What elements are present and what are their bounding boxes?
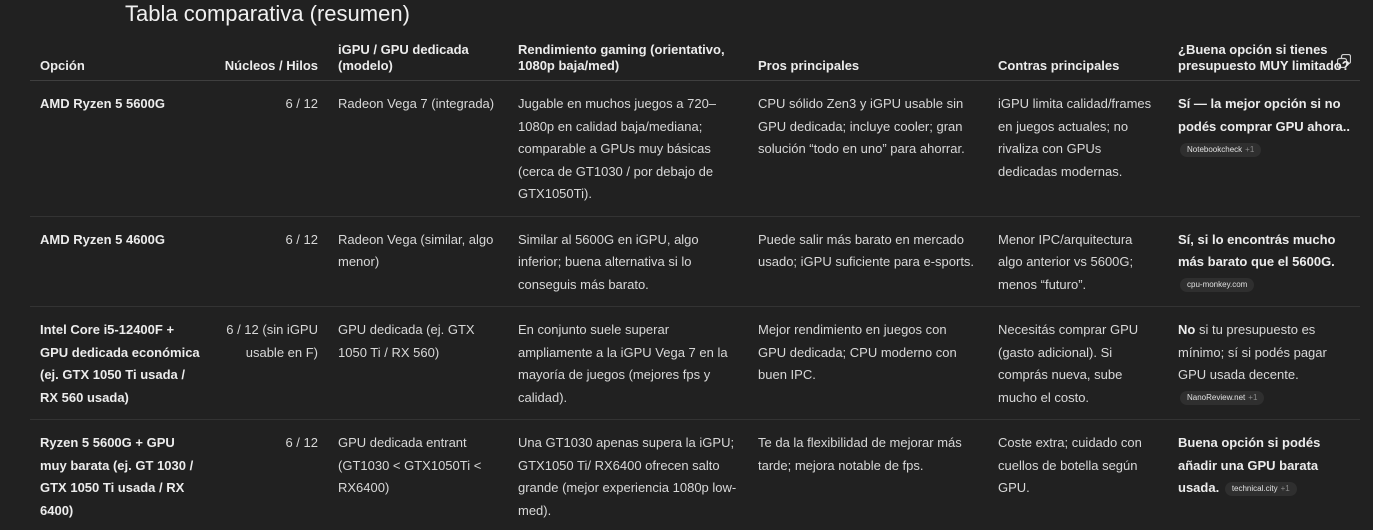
column-header-cons: Contras principales [988,38,1168,81]
source-name: Notebookcheck [1187,144,1243,154]
cell-verdict: Sí, si lo encontrás mucho más barato que… [1168,216,1360,307]
cell-gpu: Radeon Vega 7 (integrada) [328,80,508,217]
column-header-gaming: Rendimiento gaming (orientativo, 1080p b… [508,38,748,81]
cell-gpu: Radeon Vega (similar, algo menor) [328,216,508,307]
source-badge[interactable]: Notebookcheck +1 [1180,142,1262,157]
cell-gaming: En conjunto suele superar ampliamente a … [508,306,748,420]
cell-gpu: GPU dedicada entrant (GT1030 < GTX1050Ti… [338,435,482,495]
cell-gpu: GPU dedicada (ej. GTX 1050 Ti / RX 560) [328,306,508,420]
cell-option: AMD Ryzen 5 5600G [30,80,210,217]
table-row: Ryzen 5 5600G + GPU muy barata (ej. GT 1… [30,420,1360,530]
source-name: NanoReview.net [1187,393,1246,403]
column-header-pros: Pros principales [748,38,988,81]
column-header-gpu: iGPU / GPU dedicada (modelo) [328,38,508,81]
cell-cons: Menor IPC/arquitectura algo anterior vs … [988,216,1168,307]
source-extra-count: +1 [1280,483,1290,493]
cell-option: Intel Core i5-12400F + GPU dedicada econ… [30,306,210,420]
comparison-table-wrapper: Opción Núcleos / Hilos iGPU / GPU dedica… [30,38,1360,530]
table-row: Intel Core i5-12400F + GPU dedicada econ… [30,306,1360,420]
cell-cores: 6 / 12 [210,216,328,307]
cell-pros: Te da la flexibilidad de mejorar más tar… [758,435,962,473]
cell-verdict: Buena opción si podés añadir una GPU bar… [1168,420,1360,530]
verdict-text: Sí, si lo encontrás mucho más barato que… [1178,231,1336,270]
column-header-verdict: ¿Buena opción si tienes presupuesto MUY … [1168,38,1360,81]
cell-cons: Necesitás comprar GPU (gasto adicional).… [988,306,1168,420]
comparison-table: Opción Núcleos / Hilos iGPU / GPU dedica… [30,38,1360,530]
cell-cores: 6 / 12 [285,435,318,450]
verdict-bold-text: No [1178,322,1196,337]
table-row: AMD Ryzen 5 5600G 6 / 12 Radeon Vega 7 (… [30,80,1360,217]
cell-verdict: No si tu presupuesto es mínimo; sí si po… [1168,306,1360,420]
source-badge[interactable]: NanoReview.net +1 [1180,391,1265,406]
verdict-text: si tu presupuesto es mínimo; sí si podés… [1178,322,1327,382]
cell-option: AMD Ryzen 5 4600G [30,216,210,307]
cell-cons: iGPU limita calidad/frames en juegos act… [988,80,1168,217]
column-header-option: Opción [30,38,210,81]
verdict-text: Sí — la mejor opción si no podés comprar… [1178,96,1350,134]
cell-gaming: Jugable en muchos juegos a 720–1080p en … [508,80,748,217]
cell-cores: 6 / 12 (sin iGPU usable en F) [210,306,328,420]
source-badge[interactable]: technical.city +1 [1224,481,1297,496]
table-row: AMD Ryzen 5 4600G 6 / 12 Radeon Vega (si… [30,216,1360,307]
cell-pros: Mejor rendimiento en juegos con GPU dedi… [748,306,988,420]
column-header-cores: Núcleos / Hilos [210,38,328,81]
cell-pros: Puede salir más barato en mercado usado;… [748,216,988,307]
cell-pros: CPU sólido Zen3 y iGPU usable sin GPU de… [748,80,988,217]
table-header-row: Opción Núcleos / Hilos iGPU / GPU dedica… [30,38,1360,81]
cell-verdict: Sí — la mejor opción si no podés comprar… [1168,80,1360,217]
page-title: Tabla comparativa (resumen) [125,1,410,26]
source-name: technical.city [1231,483,1278,493]
cell-cores: 6 / 12 [210,80,328,217]
source-badge[interactable]: cpu-monkey.com [1180,278,1255,293]
cell-option: Ryzen 5 5600G + GPU muy barata (ej. GT 1… [40,435,194,518]
cell-gaming: Una GT1030 apenas supera la iGPU; GTX105… [518,435,737,518]
source-extra-count: +1 [1245,144,1255,154]
cell-cons: Coste extra; cuidado con cuellos de bote… [998,435,1142,495]
source-name: cpu-monkey.com [1187,280,1248,290]
source-extra-count: +1 [1248,393,1258,403]
cell-gaming: Similar al 5600G en iGPU, algo inferior;… [508,216,748,307]
